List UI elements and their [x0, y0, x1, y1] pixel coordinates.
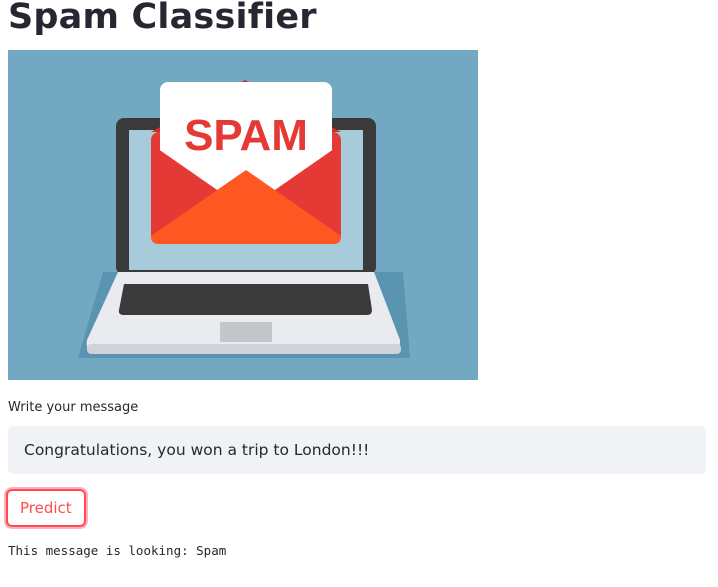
page-title: Spam Classifier — [8, 0, 317, 37]
app-container: Spam Classifier SPAM Write your message … — [0, 0, 718, 587]
message-field-label: Write your message — [8, 400, 139, 415]
predict-button[interactable]: Predict — [6, 489, 86, 527]
prediction-result: This message is looking: Spam — [8, 543, 227, 558]
message-input[interactable] — [8, 426, 706, 474]
spam-letter-text: SPAM — [184, 111, 308, 160]
spam-hero-image: SPAM — [8, 50, 478, 380]
